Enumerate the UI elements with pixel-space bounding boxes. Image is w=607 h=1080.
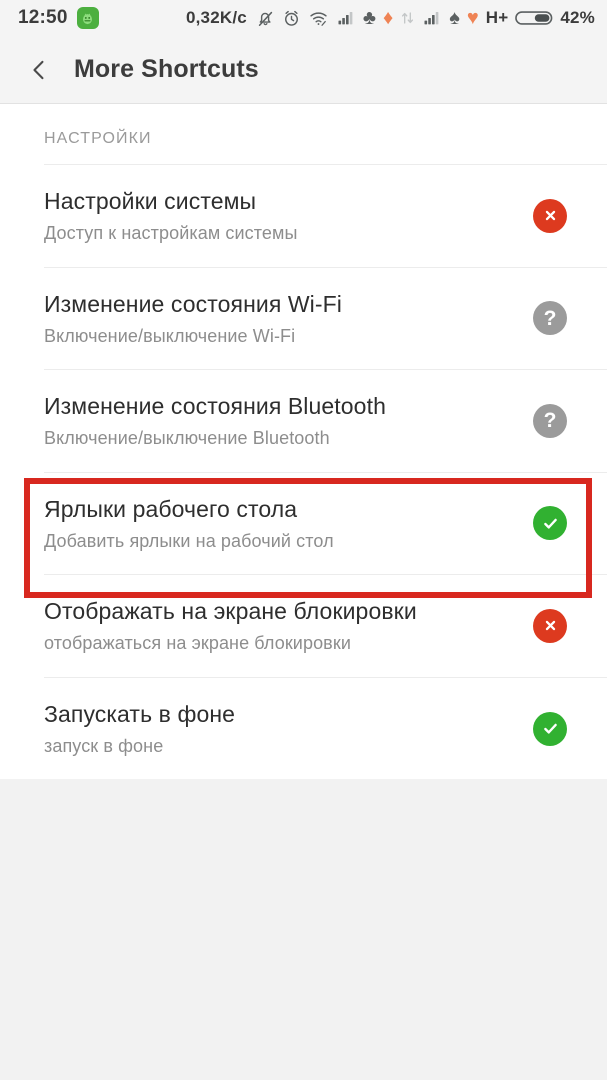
status-clock: 12:50: [18, 7, 68, 28]
battery-icon: [515, 7, 553, 29]
status-bar: 12:50 0,32K/c ♣ ♦ ♠ ♥ H+ 42%: [0, 0, 607, 36]
row-texts: Ярлыки рабочего стола Добавить ярлыки на…: [44, 495, 517, 553]
app-header: More Shortcuts: [0, 36, 607, 104]
battery-percent-label: 42%: [560, 8, 595, 27]
list-item-title: Ярлыки рабочего стола: [44, 495, 298, 522]
signal-bars-icon: [336, 7, 356, 29]
signal-bars-2-icon: [422, 7, 442, 29]
list-item-run-in-background[interactable]: Запускать в фоне запуск в фоне: [0, 677, 607, 780]
spade-suit-icon: ♠: [449, 7, 460, 29]
row-texts: Запускать в фоне запуск в фоне: [44, 700, 517, 758]
list-item-show-on-lockscreen[interactable]: Отображать на экране блокировки отобража…: [0, 575, 607, 677]
list-item-bluetooth-state[interactable]: Изменение состояния Bluetooth Включение/…: [0, 370, 607, 472]
empty-area: [0, 779, 607, 1060]
heart-suit-icon: ♥: [466, 7, 479, 29]
list-item-subtitle: Включение/выключение Bluetooth: [44, 428, 330, 449]
phone-screen: 12:50 0,32K/c ♣ ♦ ♠ ♥ H+ 42% More Shortc…: [0, 0, 607, 1080]
status-bar-right: 0,32K/c ♣ ♦ ♠ ♥ H+ 42%: [186, 7, 595, 29]
list-item-desktop-shortcuts[interactable]: Ярлыки рабочего стола Добавить ярлыки на…: [0, 472, 607, 575]
cross-circle-icon[interactable]: [533, 608, 567, 643]
status-bar-left: 12:50: [18, 7, 99, 29]
list-item-wifi-state[interactable]: Изменение состояния Wi-Fi Включение/выкл…: [0, 267, 607, 370]
alarm-clock-icon: [282, 7, 301, 29]
cross-circle-icon[interactable]: [533, 198, 567, 233]
list-item-subtitle: отображаться на экране блокировки: [44, 633, 351, 654]
wifi-icon: [308, 7, 329, 29]
page-title: More Shortcuts: [74, 55, 259, 83]
row-texts: Настройки системы Доступ к настройкам си…: [44, 187, 517, 245]
list-item-subtitle: Включение/выключение Wi-Fi: [44, 325, 296, 346]
data-rate-text: 0,32K/c: [185, 8, 247, 27]
section-header-settings: НАСТРОЙКИ: [0, 104, 607, 164]
list-item-title: Запускать в фоне: [44, 700, 236, 727]
list-item-title: Настройки системы: [44, 188, 257, 214]
settings-list: НАСТРОЙКИ Настройки системы Доступ к нас…: [0, 104, 607, 1060]
list-item-title: Отображать на экране блокировки: [44, 598, 417, 625]
diamond-suit-icon: ♦: [383, 7, 394, 29]
question-circle-icon[interactable]: ?: [533, 403, 567, 438]
android-robot-icon: [76, 7, 99, 29]
list-item-subtitle: Доступ к настройкам системы: [44, 223, 298, 244]
bell-muted-icon: [256, 7, 275, 29]
question-circle-icon[interactable]: ?: [533, 301, 567, 336]
list-item-system-settings[interactable]: Настройки системы Доступ к настройкам си…: [0, 165, 607, 267]
check-circle-icon[interactable]: [533, 711, 567, 746]
row-texts: Отображать на экране блокировки отобража…: [44, 597, 517, 655]
row-texts: Изменение состояния Wi-Fi Включение/выкл…: [44, 290, 517, 348]
list-item-title: Изменение состояния Bluetooth: [44, 393, 386, 420]
network-type-label: H+: [485, 8, 509, 27]
clubs-suit-icon: ♣: [362, 7, 377, 29]
back-button[interactable]: [22, 53, 56, 87]
chevron-left-icon: [26, 57, 52, 83]
check-circle-icon[interactable]: [533, 506, 567, 541]
list-item-subtitle: запуск в фоне: [44, 735, 164, 756]
list-item-subtitle: Добавить ярлыки на рабочий стол: [44, 530, 334, 551]
settings-card: НАСТРОЙКИ Настройки системы Доступ к нас…: [0, 104, 607, 780]
data-transfer-icon: [400, 7, 415, 29]
row-texts: Изменение состояния Bluetooth Включение/…: [44, 392, 517, 450]
list-item-title: Изменение состояния Wi-Fi: [44, 290, 343, 317]
